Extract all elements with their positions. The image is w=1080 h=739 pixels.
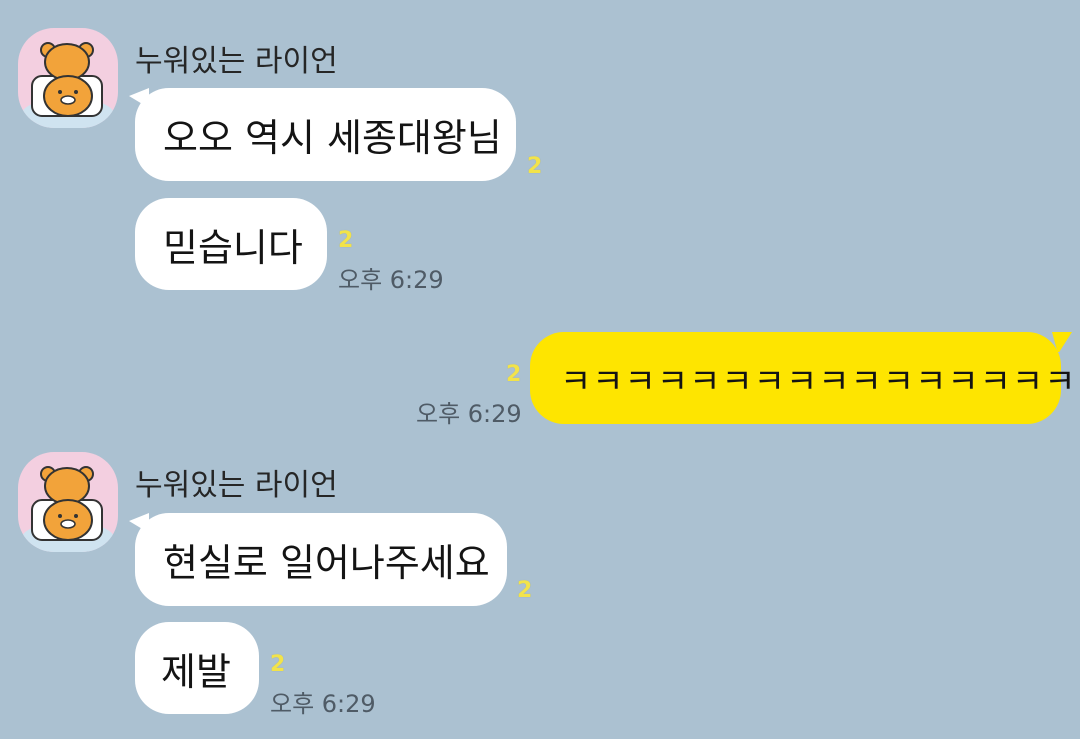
message-bubble[interactable]: 믿습니다	[135, 198, 327, 290]
message-bubble-outgoing[interactable]: ㅋㅋㅋㅋㅋㅋㅋㅋㅋㅋㅋㅋㅋㅋㅋㅋ	[530, 332, 1075, 424]
message-time: 오후 6:29	[270, 690, 376, 718]
sender-name: 누워있는 라이언	[135, 44, 338, 79]
avatar[interactable]	[18, 28, 118, 128]
message-bubble[interactable]: 현실로 일어나주세요	[135, 513, 507, 606]
ryan-lying-icon	[22, 466, 114, 552]
unread-count: 2	[517, 578, 533, 603]
avatar[interactable]	[18, 452, 118, 552]
sender-name: 누워있는 라이언	[135, 468, 338, 503]
message-text: ㅋㅋㅋㅋㅋㅋㅋㅋㅋㅋㅋㅋㅋㅋㅋㅋ	[560, 361, 1077, 402]
bubble-tail	[1052, 332, 1072, 352]
message-bubble[interactable]: 오오 역시 세종대왕님	[135, 88, 516, 181]
message-text: 제발	[161, 649, 231, 694]
message-text: 믿습니다	[163, 225, 303, 270]
unread-count: 2	[338, 228, 354, 253]
ryan-lying-icon	[22, 42, 114, 128]
message-time: 오후 6:29	[338, 266, 444, 294]
unread-count: 2	[270, 652, 286, 677]
message-text: 현실로 일어나주세요	[163, 541, 490, 585]
unread-count: 2	[506, 362, 522, 387]
message-time: 오후 6:29	[416, 400, 522, 428]
message-bubble[interactable]: 제발	[135, 622, 259, 714]
unread-count: 2	[527, 154, 543, 179]
message-text: 오오 역시 세종대왕님	[163, 116, 502, 160]
